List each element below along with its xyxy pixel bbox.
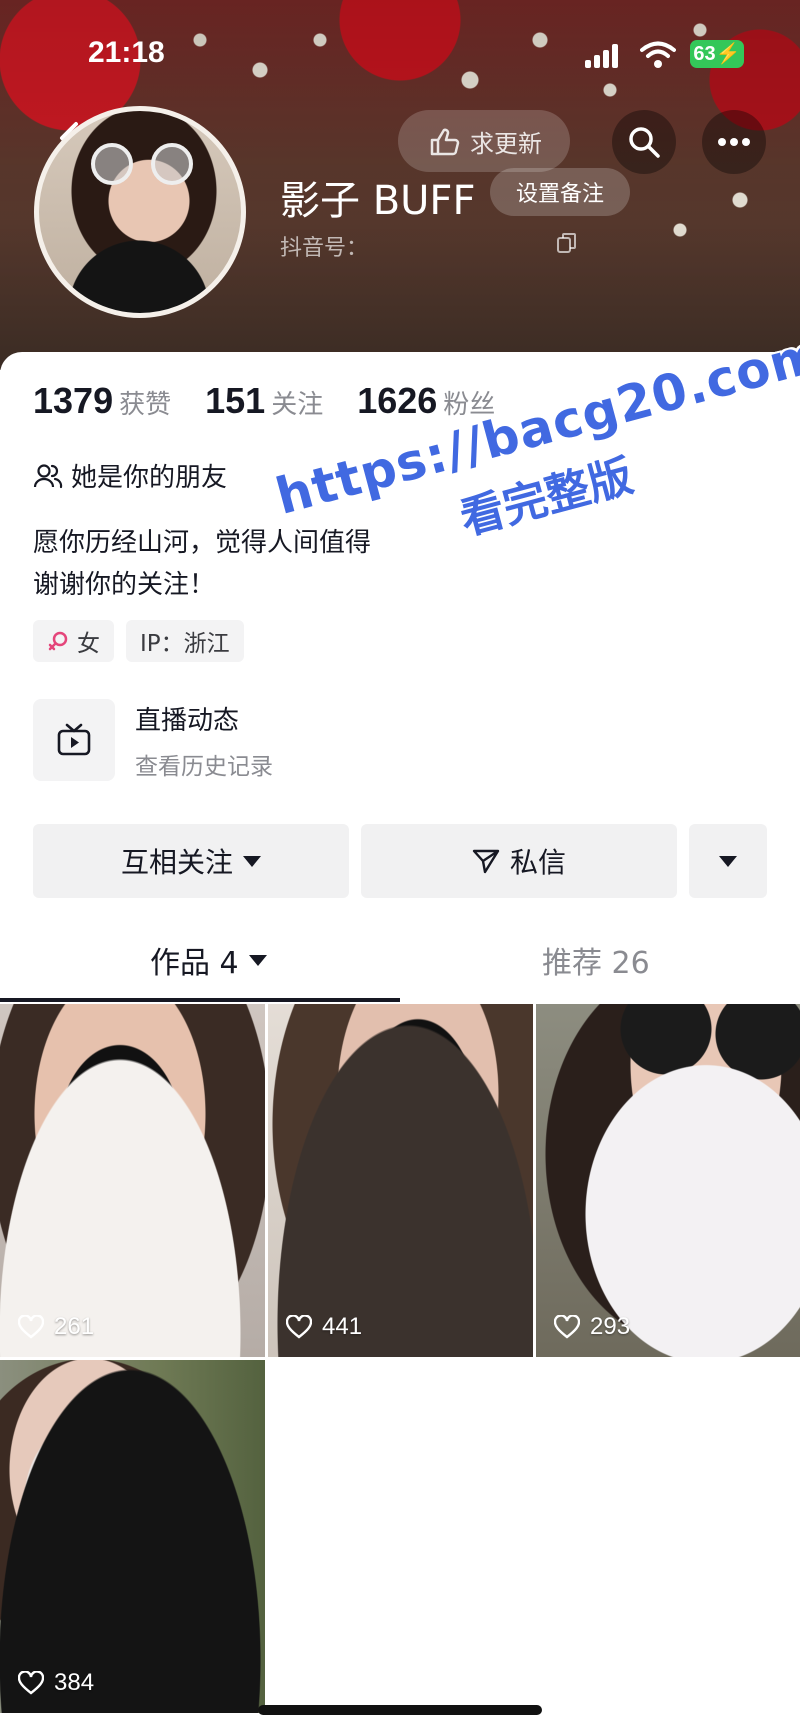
live-title: 直播动态 [135, 705, 240, 736]
status-bar: 21:18 63⚡ [0, 30, 800, 80]
signal-icon [585, 44, 625, 68]
video-like-count: 261 [18, 1313, 94, 1341]
douyin-id-label: 抖音号： [280, 236, 369, 261]
heart-icon [286, 1315, 312, 1339]
video-like-count: 384 [18, 1669, 94, 1697]
tab-works[interactable]: 作品 4 [150, 938, 267, 982]
set-remark-button[interactable]: 设置备注 [490, 168, 630, 216]
female-icon [48, 631, 68, 651]
video-like-count: 441 [286, 1313, 362, 1341]
more-dots-icon [718, 138, 750, 146]
heart-icon [18, 1671, 44, 1695]
gender-tag: 女 [33, 620, 114, 662]
video-like-count: 293 [554, 1313, 630, 1341]
tab-active-indicator [0, 998, 400, 1002]
heart-icon [554, 1315, 580, 1339]
avatar-glasses-left [91, 143, 133, 185]
more-options-button[interactable] [702, 110, 766, 174]
profile-actions: 互相关注 私信 [33, 824, 767, 898]
live-text: 直播动态 查看历史记录 [135, 700, 273, 781]
status-time: 21:18 [88, 36, 165, 69]
tab-recommend-label: 推荐 26 [542, 946, 650, 981]
search-icon [629, 127, 660, 158]
like-count-text: 293 [590, 1313, 631, 1340]
video-thumbnail[interactable]: 293 [536, 1004, 800, 1357]
caret-down-icon [719, 855, 737, 867]
friend-indicator: 她是你的朋友 [33, 457, 227, 494]
wifi-icon [640, 41, 676, 68]
video-thumbnail[interactable]: 441 [268, 1004, 533, 1357]
profile-stats: 1379 获赞 151 关注 1626 粉丝 [33, 380, 495, 422]
video-thumbnail[interactable]: 261 [0, 1004, 265, 1357]
stat-likes[interactable]: 1379 获赞 [33, 380, 171, 422]
request-update-button[interactable]: 求更新 [398, 110, 570, 172]
battery-level: 63 [693, 43, 716, 65]
tv-icon [57, 723, 91, 756]
live-subtitle: 查看历史记录 [135, 753, 273, 780]
gender-label: 女 [77, 631, 100, 657]
send-icon [472, 849, 500, 874]
profile-nickname: 影子 BUFF [280, 178, 476, 224]
thumb-point-icon [430, 128, 460, 156]
live-icon-box [33, 699, 115, 781]
likes-label: 获赞 [119, 390, 172, 420]
like-count-text: 384 [54, 1669, 95, 1696]
home-indicator [258, 1705, 542, 1715]
message-label: 私信 [509, 846, 566, 879]
friend-text: 她是你的朋友 [71, 463, 228, 493]
like-count-text: 261 [54, 1313, 95, 1340]
search-button[interactable] [612, 110, 676, 174]
friends-icon [33, 463, 63, 488]
video-thumbnail[interactable]: 384 [0, 1360, 265, 1713]
more-actions-button[interactable] [689, 824, 767, 898]
live-history-card[interactable]: 直播动态 查看历史记录 [33, 699, 273, 781]
following-count: 151 [205, 380, 266, 421]
copy-icon[interactable] [556, 232, 578, 254]
battery-icon: 63⚡ [690, 40, 744, 68]
ip-tag: IP：浙江 [126, 620, 244, 662]
request-update-label: 求更新 [470, 129, 542, 158]
ip-label: IP：浙江 [140, 631, 230, 657]
tab-recommend[interactable]: 推荐 26 [542, 938, 650, 982]
caret-down-icon [243, 855, 261, 867]
followers-count: 1626 [357, 380, 438, 421]
heart-icon [18, 1315, 44, 1339]
tab-works-label: 作品 4 [150, 946, 239, 981]
profile-tags: 女 IP：浙江 [33, 620, 244, 662]
avatar-glasses-right [151, 143, 193, 185]
stat-following[interactable]: 151 关注 [205, 380, 323, 422]
like-count-text: 441 [322, 1313, 363, 1340]
caret-down-icon [248, 954, 267, 966]
content-tabs: 作品 4 推荐 26 [0, 924, 800, 1000]
message-button[interactable]: 私信 [361, 824, 677, 898]
likes-count: 1379 [33, 380, 114, 421]
mutual-follow-button[interactable]: 互相关注 [33, 824, 349, 898]
mutual-follow-label: 互相关注 [120, 846, 233, 879]
avatar[interactable] [34, 106, 246, 318]
following-label: 关注 [271, 390, 324, 420]
